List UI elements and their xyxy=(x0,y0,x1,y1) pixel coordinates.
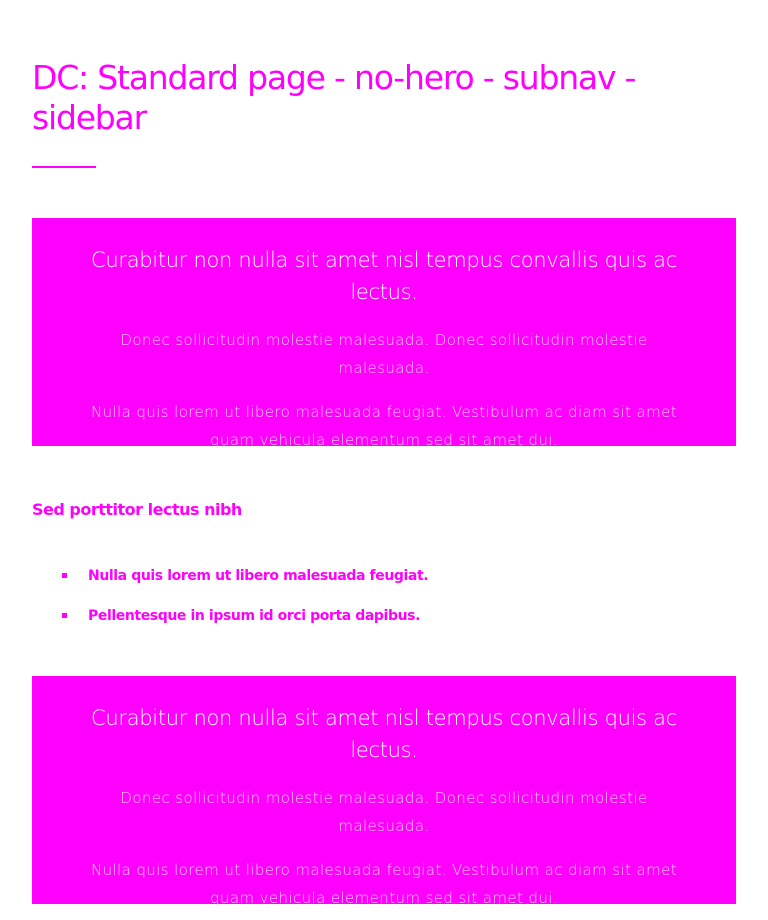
section-heading: Sed porttitor lectus nibh xyxy=(32,500,242,519)
callout-heading: Curabitur non nulla sit amet nisl tempus… xyxy=(91,706,677,762)
callout-text: Donec sollicitudin molestie malesuada. D… xyxy=(120,331,648,377)
title-underline-divider xyxy=(32,166,96,168)
callout-text: Nulla quis lorem ut libero malesuada feu… xyxy=(90,861,678,907)
callout-text: Nulla quis lorem ut libero malesuada feu… xyxy=(90,403,678,449)
page-title: DC: Standard page - no-hero - subnav - s… xyxy=(32,58,636,137)
bullet-square-icon xyxy=(62,613,67,618)
callout-heading: Curabitur non nulla sit amet nisl tempus… xyxy=(91,248,677,304)
callout-text: Donec sollicitudin molestie malesuada. D… xyxy=(120,789,648,835)
bullet-list: Nulla quis lorem ut libero malesuada feu… xyxy=(32,562,736,642)
callout-block: Curabitur non nulla sit amet nisl tempus… xyxy=(32,218,736,449)
callout-block: Curabitur non nulla sit amet nisl tempus… xyxy=(32,676,736,907)
bullet-square-icon xyxy=(62,573,67,578)
list-item-text: Nulla quis lorem ut libero malesuada feu… xyxy=(88,568,429,584)
list-item: Nulla quis lorem ut libero malesuada feu… xyxy=(32,562,736,602)
list-item: Pellentesque in ipsum id orci porta dapi… xyxy=(32,602,736,642)
list-item-text: Pellentesque in ipsum id orci porta dapi… xyxy=(88,608,420,624)
